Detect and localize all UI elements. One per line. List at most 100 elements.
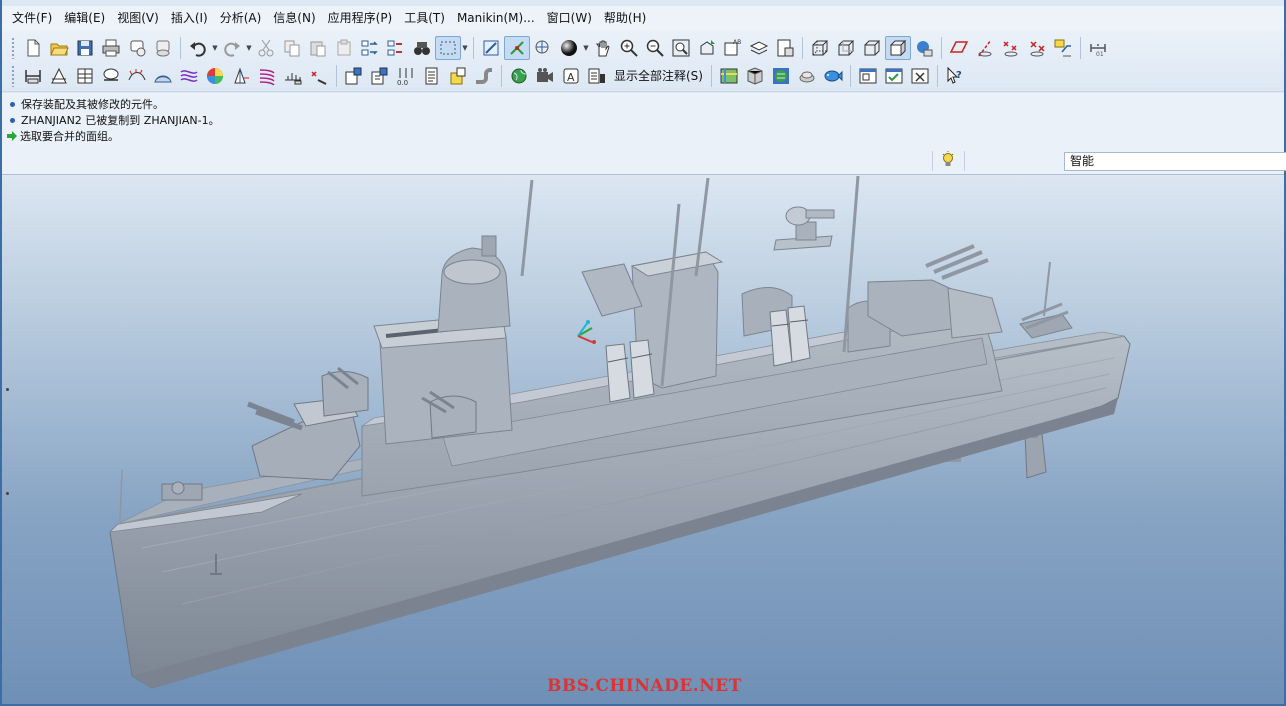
regen-manager-icon[interactable] <box>383 36 409 60</box>
pan-icon[interactable] <box>590 36 616 60</box>
bom-icon[interactable] <box>419 64 445 88</box>
dihedral-icon[interactable] <box>280 64 306 88</box>
pipe-icon[interactable] <box>471 64 497 88</box>
no-hidden-icon[interactable] <box>859 36 885 60</box>
undo-icon[interactable] <box>185 36 211 60</box>
hidden-line-icon[interactable] <box>833 36 859 60</box>
shading-icon[interactable] <box>556 36 582 60</box>
copy-icon[interactable] <box>279 36 305 60</box>
send-mail-icon[interactable] <box>124 36 150 60</box>
sprocket-icon[interactable] <box>794 64 820 88</box>
menu-edit[interactable]: 编辑(E) <box>58 6 111 30</box>
mesh-icon[interactable] <box>742 64 768 88</box>
slope-icon[interactable] <box>254 64 280 88</box>
view-manager-icon[interactable] <box>772 36 798 60</box>
menu-view[interactable]: 视图(V) <box>111 6 165 30</box>
toolbar-grip[interactable] <box>11 37 15 59</box>
datum-points-icon[interactable] <box>998 36 1024 60</box>
annotation-a-icon[interactable]: A <box>558 64 584 88</box>
shaded-icon[interactable] <box>885 36 911 60</box>
menu-file[interactable]: 文件(F) <box>6 6 58 30</box>
find-icon[interactable] <box>409 36 435 60</box>
curve-analysis-icon[interactable] <box>98 64 124 88</box>
ship-model[interactable] <box>2 176 1284 704</box>
show-all-annotations-button[interactable]: 显示全部注释(S) <box>610 64 707 88</box>
toolbar-grip[interactable] <box>11 65 15 87</box>
open-folder-icon[interactable] <box>46 36 72 60</box>
toolbar-separator <box>336 65 337 87</box>
component-place-icon[interactable] <box>341 64 367 88</box>
status-strip: 智能 <box>2 147 1286 175</box>
prompt-text: 选取要合并的面组。 <box>20 130 119 143</box>
display-icon[interactable] <box>584 64 610 88</box>
menu-analysis[interactable]: 分析(A) <box>214 6 268 30</box>
reorient-icon[interactable] <box>694 36 720 60</box>
paste-special-icon[interactable] <box>331 36 357 60</box>
repaint-icon[interactable] <box>478 36 504 60</box>
save-icon[interactable] <box>72 36 98 60</box>
datum-axes-icon[interactable] <box>972 36 998 60</box>
section-icon[interactable] <box>72 64 98 88</box>
menu-applications[interactable]: 应用程序(P) <box>322 6 399 30</box>
measure-icon[interactable] <box>20 64 46 88</box>
wireframe-icon[interactable] <box>807 36 833 60</box>
globe-icon[interactable] <box>506 64 532 88</box>
shade-analysis-icon[interactable] <box>202 64 228 88</box>
offset-analysis-icon[interactable] <box>306 64 332 88</box>
shading-dropdown[interactable]: ▼ <box>582 36 590 60</box>
window-activate-icon[interactable] <box>855 64 881 88</box>
fish-icon[interactable] <box>820 64 846 88</box>
spin-center-icon[interactable] <box>504 36 530 60</box>
graphics-window[interactable]: BBS.CHINADE.NET <box>2 176 1284 704</box>
paste-icon[interactable] <box>305 36 331 60</box>
svg-text:A: A <box>567 71 575 84</box>
orient-mode-icon[interactable] <box>530 36 556 60</box>
surface-analysis-icon[interactable] <box>150 64 176 88</box>
toolbar-separator <box>849 65 851 87</box>
assemble-icon[interactable] <box>367 64 393 88</box>
selection-filter-dropdown[interactable]: 智能 <box>1064 152 1286 171</box>
message-area: 保存装配及其被修改的元件。 ZHANJIAN2 已被复制到 ZHANJIAN-1… <box>2 93 1284 147</box>
draft-analysis-icon[interactable] <box>228 64 254 88</box>
toolbar-separator <box>501 65 502 87</box>
saved-views-icon[interactable]: AB <box>720 36 746 60</box>
new-file-icon[interactable] <box>20 36 46 60</box>
window-check-icon[interactable] <box>881 64 907 88</box>
menu-manikin[interactable]: Manikin(M)... <box>451 6 541 30</box>
layers-icon[interactable] <box>746 36 772 60</box>
cut-icon[interactable] <box>253 36 279 60</box>
component-create-icon[interactable] <box>445 64 471 88</box>
redo-dropdown[interactable]: ▼ <box>245 36 253 60</box>
print-icon[interactable] <box>98 36 124 60</box>
redo-icon[interactable] <box>219 36 245 60</box>
annotations-display-icon[interactable] <box>1050 36 1076 60</box>
send-mail-icon-2[interactable] <box>150 36 176 60</box>
context-help-icon[interactable]: ? <box>942 64 968 88</box>
undo-dropdown[interactable]: ▼ <box>211 36 219 60</box>
menu-insert[interactable]: 插入(I) <box>165 6 214 30</box>
menu-info[interactable]: 信息(N) <box>267 6 321 30</box>
mass-properties-icon[interactable] <box>46 64 72 88</box>
zoom-out-icon[interactable] <box>642 36 668 60</box>
video-icon[interactable] <box>532 64 558 88</box>
message-line: 选取要合并的面组。 <box>2 128 1284 144</box>
refit-icon[interactable] <box>668 36 694 60</box>
reflection-icon[interactable] <box>176 64 202 88</box>
menu-tools[interactable]: 工具(T) <box>398 6 451 30</box>
enhanced-realism-icon[interactable] <box>911 36 937 60</box>
selection-box-icon[interactable] <box>435 36 461 60</box>
model-tree-icon[interactable]: 01 <box>1085 36 1111 60</box>
curvature-icon[interactable] <box>124 64 150 88</box>
explode-icon[interactable]: 0.0 <box>393 64 419 88</box>
map-icon[interactable] <box>716 64 742 88</box>
window-close-icon[interactable] <box>907 64 933 88</box>
zoom-in-icon[interactable] <box>616 36 642 60</box>
render-icon[interactable] <box>768 64 794 88</box>
menu-window[interactable]: 窗口(W) <box>541 6 598 30</box>
regenerate-icon[interactable] <box>357 36 383 60</box>
menu-help[interactable]: 帮助(H) <box>598 6 652 30</box>
selection-dropdown[interactable]: ▼ <box>461 36 469 60</box>
datum-planes-icon[interactable] <box>946 36 972 60</box>
coord-systems-icon[interactable] <box>1024 36 1050 60</box>
light-bulb-icon[interactable] <box>942 151 954 171</box>
